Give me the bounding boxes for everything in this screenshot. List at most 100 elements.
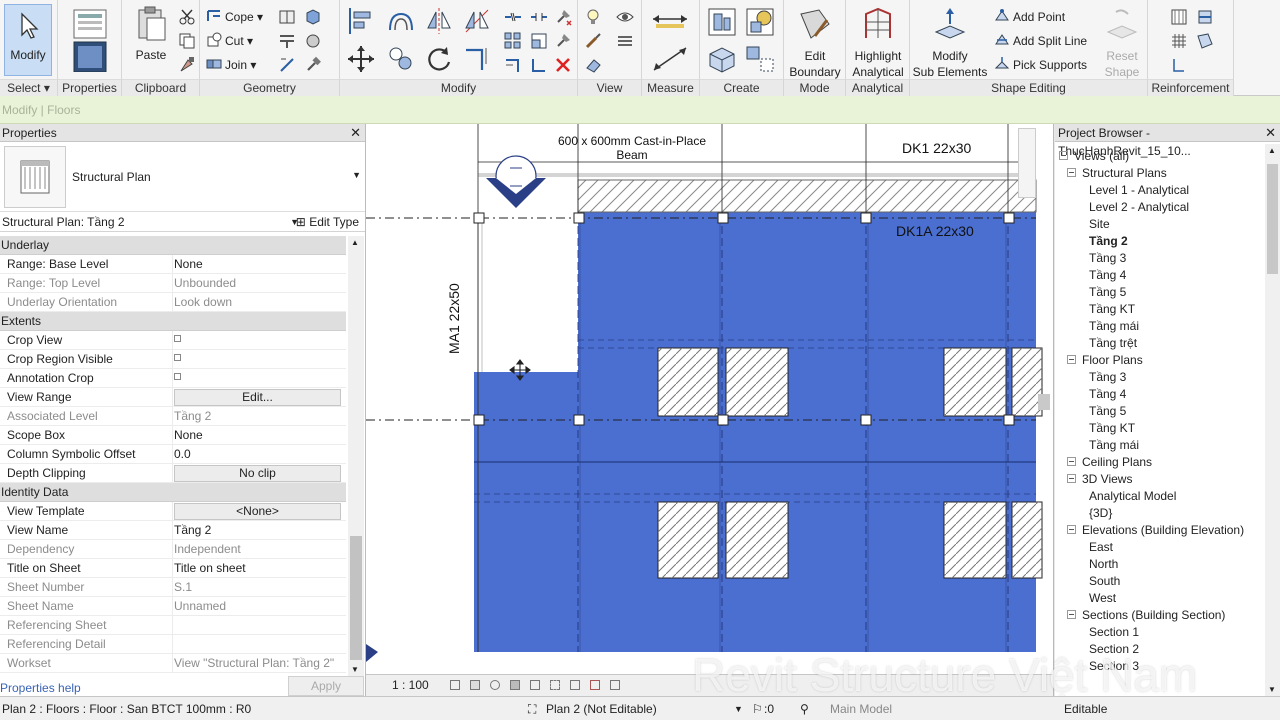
- property-value[interactable]: [172, 350, 346, 368]
- scale-icon[interactable]: [530, 32, 548, 50]
- override-graphics-icon[interactable]: [584, 8, 602, 26]
- chevron-down-icon[interactable]: ▼: [352, 170, 361, 180]
- join-button[interactable]: Join ▾: [206, 54, 256, 76]
- delete-icon[interactable]: [554, 56, 572, 74]
- property-value[interactable]: <None>: [172, 502, 346, 520]
- property-checkbox[interactable]: [174, 354, 181, 361]
- floor-slab[interactable]: [474, 212, 1036, 652]
- editable-only-selector[interactable]: Editable: [1064, 697, 1107, 720]
- mirror-draw-icon[interactable]: [462, 6, 492, 36]
- browser-node[interactable]: Analytical Model: [1089, 488, 1176, 505]
- browser-node[interactable]: Structural Plans: [1067, 165, 1167, 182]
- rotate-icon[interactable]: [424, 44, 454, 74]
- collapse-toggle-icon[interactable]: [1059, 151, 1068, 160]
- dimension-icon[interactable]: [650, 44, 690, 74]
- move-icon[interactable]: [346, 44, 376, 74]
- trim-multiple-icon[interactable]: [504, 56, 522, 74]
- browser-node[interactable]: Views (all): [1059, 148, 1129, 165]
- hammer-icon[interactable]: [304, 56, 322, 74]
- shadows-icon[interactable]: [510, 680, 520, 690]
- scroll-up-icon[interactable]: ▲: [1268, 146, 1276, 155]
- linework-icon[interactable]: [278, 56, 296, 74]
- browser-node[interactable]: West: [1089, 590, 1116, 607]
- pin-icon[interactable]: [554, 32, 572, 50]
- property-value-button[interactable]: Edit...: [174, 389, 341, 406]
- property-value[interactable]: [172, 369, 346, 387]
- navigation-bar[interactable]: [1018, 128, 1036, 198]
- browser-node[interactable]: Tầng 4: [1089, 267, 1126, 284]
- wall-joins-icon[interactable]: [278, 32, 296, 50]
- browser-scrollbar[interactable]: ▲ ▼: [1265, 144, 1280, 696]
- pick-supports-button[interactable]: Pick Supports: [994, 54, 1087, 76]
- browser-node[interactable]: Tầng 4: [1089, 386, 1126, 403]
- close-properties-icon[interactable]: ✕: [350, 124, 361, 142]
- cut-button[interactable]: Cut ▾: [206, 30, 253, 52]
- canvas-scroll-thumb[interactable]: [1038, 394, 1050, 410]
- collapse-toggle-icon[interactable]: [1067, 457, 1076, 466]
- browser-node[interactable]: Tầng 3: [1089, 250, 1126, 267]
- create-parts-icon[interactable]: [744, 6, 776, 38]
- temporary-hide-icon[interactable]: [570, 680, 580, 690]
- property-group-header[interactable]: Underlay: [0, 236, 346, 255]
- scroll-up-icon[interactable]: ▲: [351, 238, 359, 247]
- split-gap-icon[interactable]: [530, 8, 548, 26]
- browser-node[interactable]: Tầng trệt: [1089, 335, 1137, 352]
- property-value[interactable]: [172, 331, 346, 349]
- copy-element-icon[interactable]: [386, 44, 416, 74]
- crop-region-icon[interactable]: [550, 680, 560, 690]
- browser-node[interactable]: Ceiling Plans: [1067, 454, 1152, 471]
- browser-node[interactable]: Level 2 - Analytical: [1089, 199, 1189, 216]
- add-point-button[interactable]: Add Point: [994, 6, 1065, 28]
- section-tag-icon[interactable]: [486, 155, 546, 208]
- properties-scrollbar[interactable]: ▲ ▼: [348, 236, 364, 676]
- browser-node[interactable]: North: [1089, 556, 1118, 573]
- browser-node[interactable]: Tầng mái: [1089, 437, 1139, 454]
- browser-node[interactable]: Tầng mái: [1089, 318, 1139, 335]
- property-group-header[interactable]: Extents: [0, 312, 346, 331]
- rebar-icon[interactable]: [1170, 56, 1188, 74]
- modify-button[interactable]: Modify: [4, 4, 52, 76]
- browser-node[interactable]: 3D Views: [1067, 471, 1132, 488]
- browser-node[interactable]: Site: [1089, 216, 1110, 233]
- path-reinforcement-icon[interactable]: [1196, 8, 1214, 26]
- create-group-icon[interactable]: [706, 44, 738, 74]
- browser-node[interactable]: Sections (Building Section): [1067, 607, 1225, 624]
- browser-node[interactable]: Floor Plans: [1067, 352, 1143, 369]
- scroll-down-icon[interactable]: ▼: [351, 665, 359, 674]
- align-icon[interactable]: [346, 6, 376, 36]
- eraser-icon[interactable]: [584, 56, 602, 74]
- property-value[interactable]: Edit...: [172, 388, 346, 406]
- match-properties-icon[interactable]: [178, 56, 196, 74]
- browser-node[interactable]: {3D}: [1089, 505, 1112, 522]
- detail-level-icon[interactable]: [450, 680, 460, 690]
- array-icon[interactable]: [504, 32, 522, 50]
- browser-node[interactable]: South: [1089, 573, 1120, 590]
- browser-scroll-thumb[interactable]: [1267, 164, 1278, 274]
- chevron-down-icon[interactable]: ▼: [734, 697, 743, 720]
- create-assembly-icon[interactable]: [706, 6, 738, 38]
- property-group-header[interactable]: Identity Data: [0, 483, 346, 502]
- browser-node[interactable]: Tầng 2: [1089, 233, 1128, 250]
- offset-icon[interactable]: [386, 6, 416, 36]
- collapse-toggle-icon[interactable]: [1067, 610, 1076, 619]
- instance-selector[interactable]: Structural Plan: Tầng 2 ▼ ⊞ Edit Type: [0, 212, 365, 232]
- view-scale[interactable]: 1 : 100: [392, 678, 429, 692]
- collapse-toggle-icon[interactable]: [1067, 474, 1076, 483]
- cut-scissors-icon[interactable]: [178, 8, 196, 26]
- drawing-canvas[interactable]: 600 x 600mm Cast-in-Place Beam DK1 22x30…: [366, 124, 1054, 696]
- collapse-toggle-icon[interactable]: [1067, 168, 1076, 177]
- close-browser-icon[interactable]: ✕: [1265, 124, 1276, 142]
- line-style-icon[interactable]: [616, 32, 634, 50]
- property-checkbox[interactable]: [174, 335, 181, 342]
- copy-icon[interactable]: [178, 32, 196, 50]
- trim-single-icon[interactable]: [530, 56, 548, 74]
- browser-node[interactable]: Tầng 5: [1089, 284, 1126, 301]
- fabric-sheet-icon[interactable]: [1196, 32, 1214, 50]
- analytical-model-icon[interactable]: [610, 680, 620, 690]
- properties-scroll-thumb[interactable]: [350, 536, 362, 660]
- browser-node[interactable]: Tầng KT: [1089, 420, 1135, 437]
- fabric-area-icon[interactable]: [1170, 32, 1188, 50]
- browser-node[interactable]: Section 1: [1089, 624, 1139, 641]
- linework-brush-icon[interactable]: [584, 32, 602, 50]
- create-similar-icon[interactable]: [744, 44, 776, 74]
